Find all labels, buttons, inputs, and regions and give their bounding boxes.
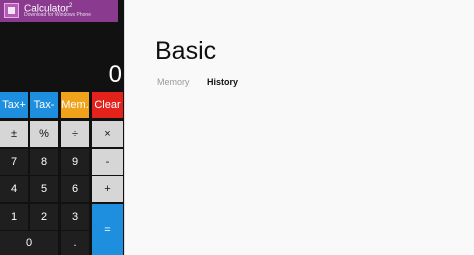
clear-button[interactable]: Clear [92,92,123,118]
digit-3-button[interactable]: 3 [61,204,89,230]
tab-memory[interactable]: Memory [157,77,190,88]
calculator-app: Calculator2 Download for Windows Phone 0… [0,0,124,255]
plus-button[interactable]: + [92,176,123,202]
multiply-button[interactable]: × [92,121,123,147]
tax-plus-button[interactable]: Tax+ [0,92,28,118]
digit-4-button[interactable]: 4 [0,176,28,202]
digit-0-button[interactable]: 0 [0,231,58,255]
tab-history[interactable]: History [207,77,238,88]
side-panel: Basic Memory History [124,0,474,255]
digit-9-button[interactable]: 9 [61,149,89,175]
decimal-button[interactable]: . [61,231,89,255]
digit-2-button[interactable]: 2 [30,204,58,230]
page-title: Basic [155,37,217,65]
tax-minus-button[interactable]: Tax- [30,92,58,118]
digit-7-button[interactable]: 7 [0,149,28,175]
calc-display: 0 [0,22,124,92]
divide-button[interactable]: ÷ [61,121,89,147]
calculator-logo-icon [4,3,19,18]
plus-minus-button[interactable]: ± [0,121,28,147]
app-subtitle: Download for Windows Phone [24,12,91,18]
minus-button[interactable]: - [92,149,123,175]
digit-6-button[interactable]: 6 [61,176,89,202]
equals-button[interactable]: = [92,204,123,255]
digit-1-button[interactable]: 1 [0,204,28,230]
digit-5-button[interactable]: 5 [30,176,58,202]
display-value: 0 [108,61,122,88]
app-banner[interactable]: Calculator2 Download for Windows Phone [0,0,118,23]
memory-button[interactable]: Mem. [61,92,89,118]
digit-8-button[interactable]: 8 [30,149,58,175]
percent-button[interactable]: % [30,121,58,147]
